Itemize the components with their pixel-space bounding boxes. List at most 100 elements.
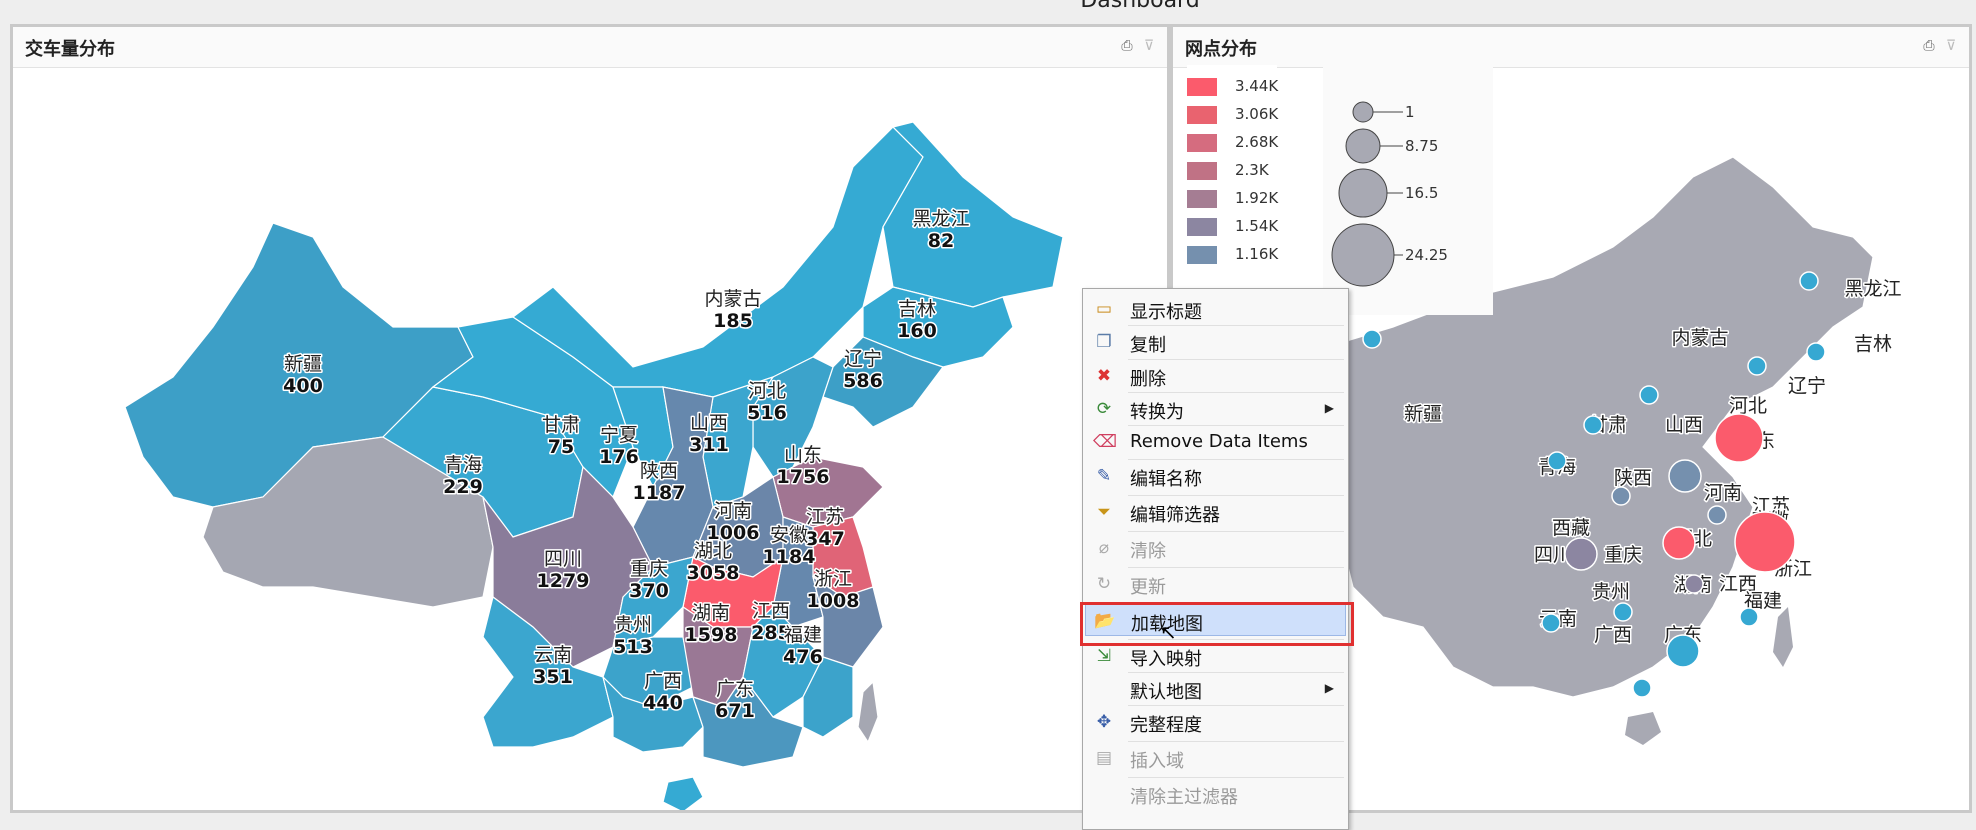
menu-item-label: 完整程度 — [1130, 715, 1202, 736]
label-value-zhejiang: 1008 — [807, 590, 860, 612]
label-value-yunnan: 351 — [533, 666, 573, 688]
size-legend-label: 16.5 — [1405, 184, 1438, 202]
label-name-jiangsu: 江苏 — [806, 506, 844, 528]
menu-item[interactable]: ✥ 完整程度 — [1085, 706, 1346, 738]
region-label: 新疆 — [1404, 403, 1442, 425]
bubble-fujian — [1739, 607, 1759, 627]
label-value-anhui: 1184 — [763, 546, 816, 568]
label-name-guizhou: 贵州 — [614, 614, 652, 636]
menu-item-label: 编辑名称 — [1130, 469, 1202, 490]
label-value-fujian: 476 — [783, 646, 823, 668]
menu-item[interactable]: 默认地图 ▶ — [1085, 673, 1346, 705]
label-name-chongqing: 重庆 — [630, 558, 668, 580]
label-name-jiangxi: 江西 — [752, 600, 790, 622]
title-icon: ▭ — [1095, 299, 1113, 319]
label-value-ningxia: 176 — [599, 446, 639, 468]
delivery-distribution-panel[interactable]: 交车量分布 ⎙ ⊽ 新疆 400 青海 229 甘肃 75 内蒙古 185 黑龙… — [10, 24, 1170, 813]
menu-item[interactable]: ▭ 显示标题 — [1085, 293, 1346, 325]
label-name-fujian: 福建 — [784, 624, 822, 646]
label-name-guangxi: 广西 — [644, 670, 682, 692]
menu-item-label: 清除主过滤器 — [1130, 787, 1238, 808]
color-legend-label: 3.44K — [1235, 77, 1279, 95]
menu-item[interactable]: ⟳ 转换为 ▶ — [1085, 393, 1346, 425]
label-name-neimenggu: 内蒙古 — [704, 288, 761, 310]
label-name-guangdong: 广东 — [716, 678, 754, 700]
dashboard-title: Dashboard — [1080, 0, 1200, 13]
bubble-shaanxi — [1611, 486, 1631, 506]
full-extent-icon: ✥ — [1096, 712, 1112, 732]
region-label: 黑龙江 — [1844, 278, 1901, 300]
color-legend-label: 2.3K — [1235, 161, 1269, 179]
context-menu[interactable]: ▭ 显示标题 ❐ 复制 ✖ 删除 ⟳ 转换为 ▶ ⌫ Remove Data Items ✎ 编辑名称 ⏷… — [1082, 288, 1349, 830]
label-name-ningxia: 宁夏 — [600, 424, 638, 446]
menu-item: ↻ 更新 — [1085, 568, 1346, 600]
size-legend-graphic: 1 8.75 16.5 24.25 — [1331, 101, 1448, 287]
color-legend-label: 1.92K — [1235, 189, 1279, 207]
color-swatch — [1187, 78, 1217, 96]
color-legend: 3.44K 3.06K 2.68K 2.3K 1.92K 1.54K 1.16K — [1187, 65, 1279, 271]
region-taiwan[interactable] — [857, 680, 879, 744]
eraser-icon: ⌫ — [1093, 432, 1118, 452]
refresh-icon: ↻ — [1096, 574, 1112, 594]
bubble-shanxi — [1668, 459, 1702, 493]
region-hainan[interactable] — [662, 776, 704, 810]
menu-item[interactable]: ❐ 复制 — [1085, 326, 1346, 358]
menu-item[interactable]: ⌫ Remove Data Items — [1085, 426, 1346, 458]
menu-item-label: 默认地图 — [1130, 682, 1202, 703]
choropleth-map[interactable]: 新疆 400 青海 229 甘肃 75 内蒙古 185 黑龙江 82 吉林 16… — [13, 27, 1167, 810]
region-label: 山西 — [1665, 414, 1703, 436]
region-label: 贵州 — [1592, 581, 1630, 603]
rename-icon: ✎ — [1096, 466, 1112, 486]
insert-field-icon: ▤ — [1095, 748, 1113, 768]
label-name-hebei: 河北 — [748, 380, 786, 402]
bubble-map-taiwan[interactable] — [1773, 607, 1793, 667]
size-legend: 1 8.75 16.5 24.25 — [1323, 65, 1493, 315]
menu-item: ⌀ 清除 — [1085, 532, 1346, 564]
label-name-shanxi: 山西 — [690, 412, 728, 434]
bubble-hainan — [1632, 678, 1652, 698]
menu-item[interactable]: ✎ 编辑名称 — [1085, 460, 1346, 492]
bubble-hubei — [1662, 526, 1696, 560]
region-label: 陕西 — [1614, 467, 1652, 489]
menu-item-label: 显示标题 — [1130, 302, 1202, 323]
menu-item-label: 更新 — [1130, 577, 1166, 598]
label-name-hunan: 湖南 — [692, 602, 730, 624]
color-swatch — [1187, 190, 1217, 208]
highlight-frame — [1080, 602, 1354, 646]
bubble-gansu — [1547, 451, 1567, 471]
region-label: 广西 — [1594, 624, 1632, 646]
label-name-sichuan: 四川 — [544, 548, 582, 570]
color-swatch — [1187, 218, 1217, 236]
label-value-xinjiang: 400 — [283, 375, 323, 397]
label-name-zhejiang: 浙江 — [814, 568, 852, 590]
menu-item[interactable]: ⏷ 编辑筛选器 — [1085, 496, 1346, 528]
label-name-shandong: 山东 — [784, 444, 822, 466]
bubble-hunan — [1684, 574, 1704, 594]
region-label: 西藏 — [1552, 517, 1590, 539]
bubble-guizhou — [1613, 602, 1633, 622]
color-legend-label: 2.68K — [1235, 133, 1279, 151]
color-swatch — [1187, 134, 1217, 152]
color-swatch — [1187, 246, 1217, 264]
label-value-chongqing: 370 — [629, 580, 669, 602]
clear-icon: ⌀ — [1098, 538, 1110, 558]
bubble-xinjiang — [1362, 329, 1382, 349]
label-value-guizhou: 513 — [613, 636, 653, 658]
menu-item-label: 复制 — [1130, 335, 1166, 356]
label-name-jilin: 吉林 — [898, 298, 936, 320]
menu-item-label: Remove Data Items — [1130, 431, 1308, 452]
label-value-heilongjiang: 82 — [928, 230, 954, 252]
label-value-shandong: 1756 — [777, 466, 830, 488]
menu-item: ▤ 插入域 — [1085, 742, 1346, 774]
bubble-guangdong — [1666, 634, 1700, 668]
size-legend-entry: 24.25 — [1331, 223, 1448, 287]
label-value-hunan: 1598 — [685, 624, 738, 646]
label-name-yunnan: 云南 — [534, 644, 572, 666]
label-value-neimenggu: 185 — [713, 310, 753, 332]
label-name-gansu: 甘肃 — [542, 414, 580, 436]
menu-item[interactable]: ✖ 删除 — [1085, 360, 1346, 392]
bubble-map-hainan[interactable] — [1625, 712, 1661, 745]
bubble-neimenggu — [1639, 385, 1659, 405]
bubble-ningxia — [1583, 415, 1603, 435]
size-legend-entry: 8.75 — [1345, 128, 1438, 164]
